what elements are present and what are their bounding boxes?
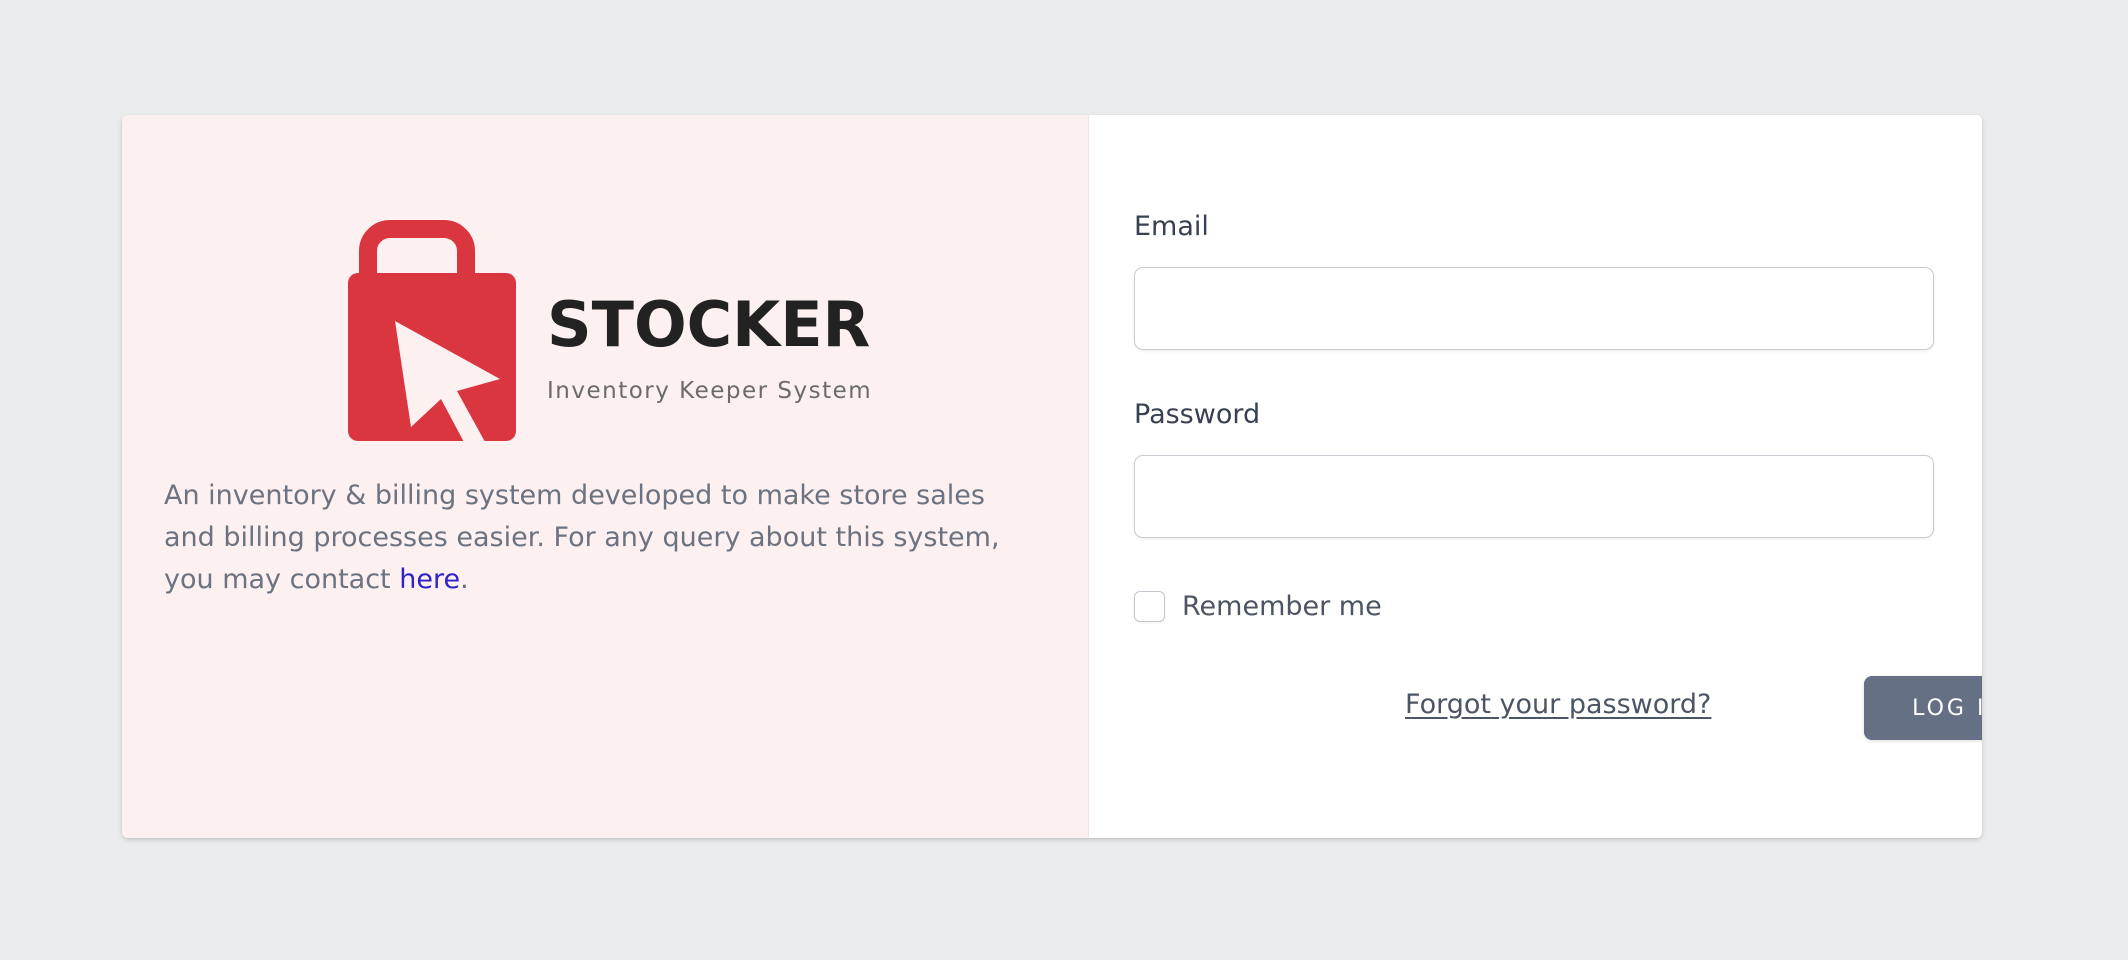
remember-me-checkbox[interactable]: [1134, 591, 1165, 622]
stocker-logo: STOCKER Inventory Keeper System: [325, 213, 885, 463]
system-description: An inventory & billing system developed …: [164, 475, 1044, 601]
brand-tagline: Inventory Keeper System: [547, 378, 872, 404]
description-suffix: .: [460, 564, 469, 595]
remember-me-row: Remember me: [1134, 591, 1382, 622]
password-label: Password: [1134, 399, 1261, 430]
email-label: Email: [1134, 211, 1209, 242]
contact-link[interactable]: here: [399, 564, 460, 595]
description-text: An inventory & billing system developed …: [164, 480, 1000, 595]
login-form: Email Password Remember me Forgot your p…: [1089, 115, 1982, 838]
login-card: STOCKER Inventory Keeper System An inven…: [122, 115, 1982, 838]
remember-me-label[interactable]: Remember me: [1182, 591, 1382, 622]
password-field[interactable]: [1134, 455, 1934, 538]
email-field[interactable]: [1134, 267, 1934, 350]
brand-name: STOCKER: [547, 288, 870, 361]
login-button[interactable]: LOG IN: [1864, 676, 1982, 740]
branding-panel: STOCKER Inventory Keeper System An inven…: [122, 115, 1089, 838]
forgot-password-link[interactable]: Forgot your password?: [1405, 689, 1711, 720]
